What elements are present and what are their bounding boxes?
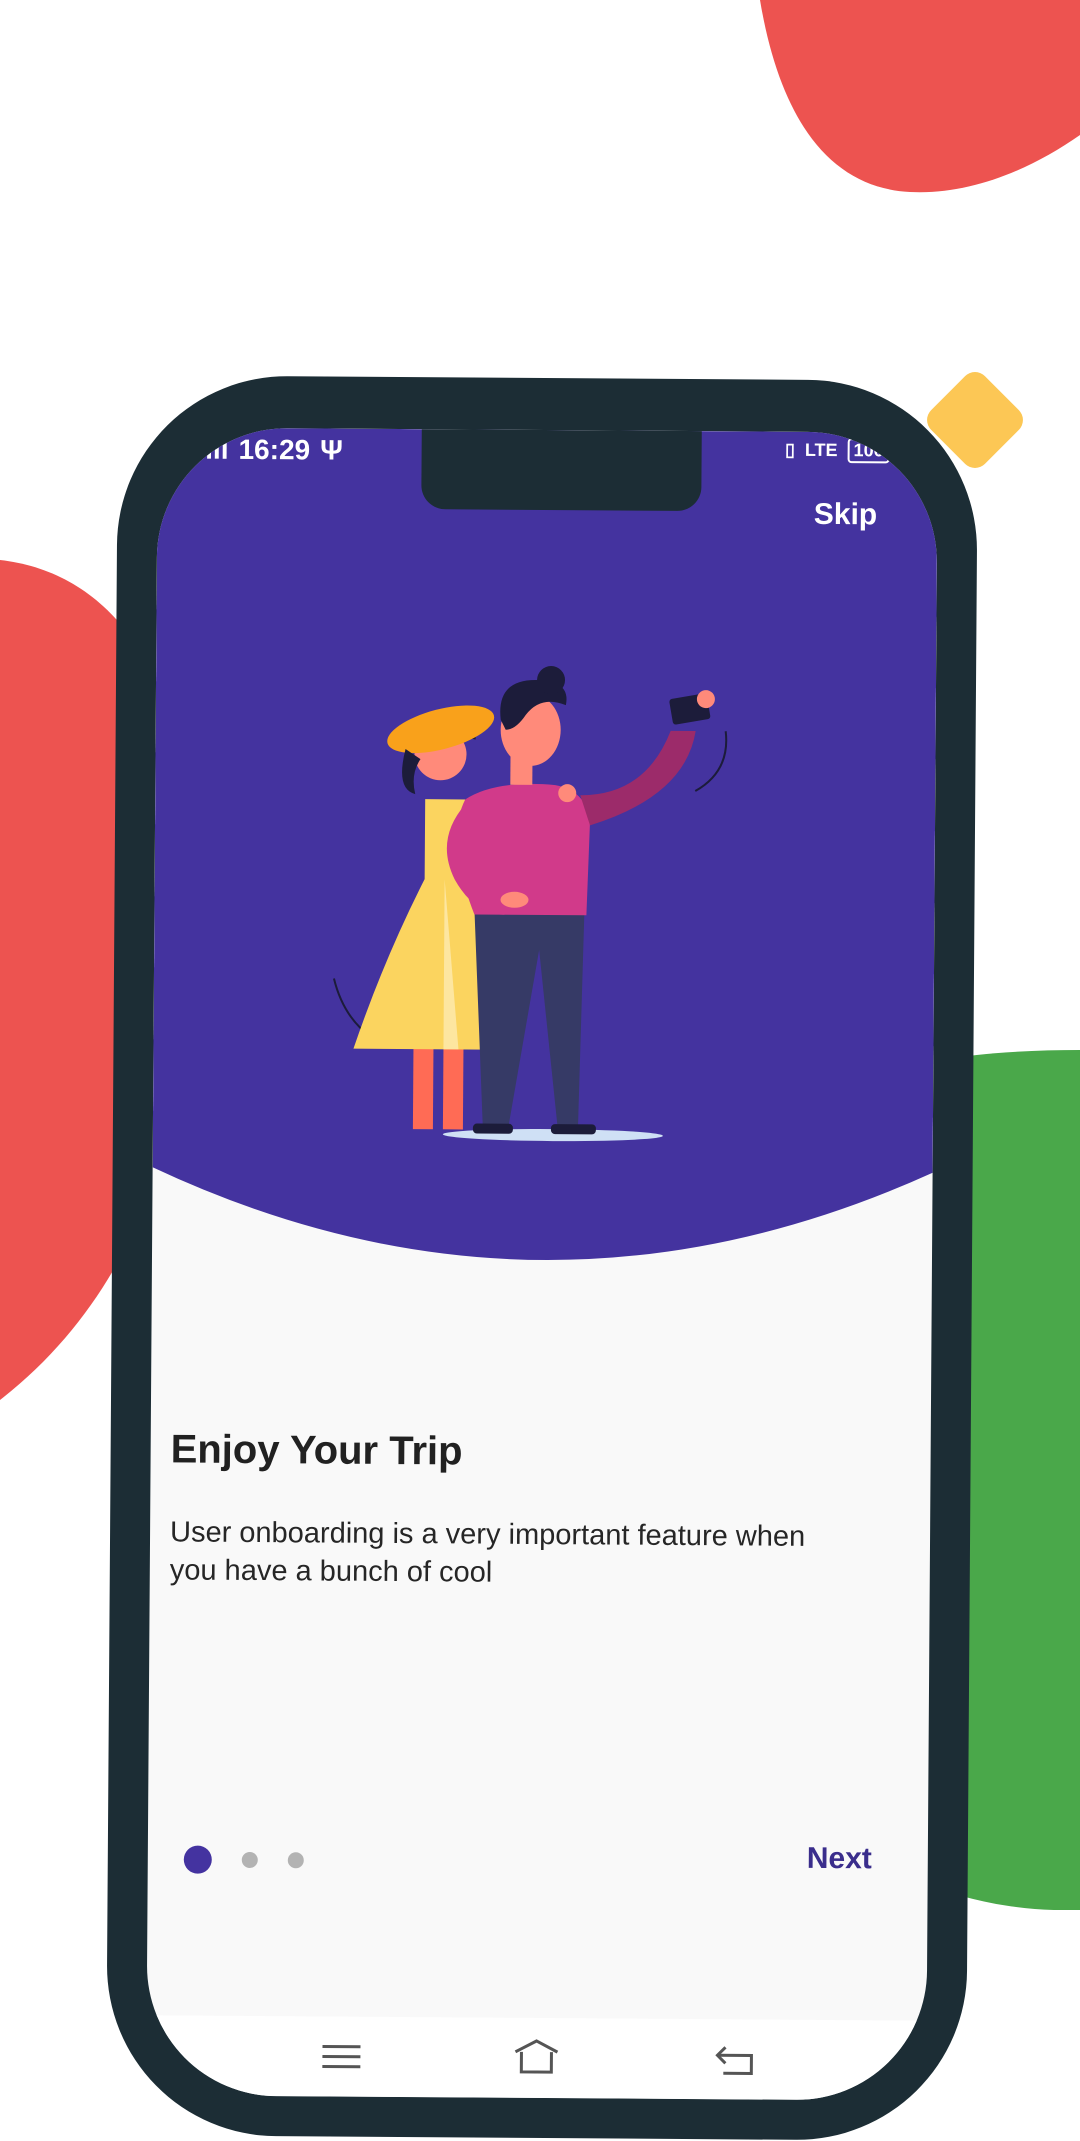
system-navigation-bar <box>146 2015 927 2100</box>
couple-selfie-illustration <box>323 578 767 1161</box>
phone-frame: ..ıll 16:29 Ψ ▯ LTE 100 Skip <box>106 375 978 2141</box>
back-icon[interactable] <box>711 2039 761 2079</box>
home-icon[interactable] <box>511 2038 561 2078</box>
status-time: 16:29 <box>238 434 310 466</box>
skip-button[interactable]: Skip <box>814 498 878 532</box>
page-dot-1-active[interactable] <box>184 1846 212 1874</box>
page-indicator <box>184 1846 304 1875</box>
signal-icon: ..ıll <box>190 434 229 466</box>
battery-icon: 100 <box>848 438 890 463</box>
status-right: ▯ LTE 100 <box>785 438 890 464</box>
camera-notch <box>421 429 702 511</box>
status-left: ..ıll 16:29 Ψ <box>190 434 343 467</box>
page-dot-2[interactable] <box>242 1852 258 1868</box>
next-button[interactable]: Next <box>807 1842 872 1876</box>
onboarding-title: Enjoy Your Trip <box>170 1427 462 1474</box>
menu-icon[interactable] <box>316 2036 366 2076</box>
page-dot-3[interactable] <box>288 1852 304 1868</box>
onboarding-description: User onboarding is a very important feat… <box>170 1513 811 1593</box>
network-type: LTE <box>805 440 838 461</box>
phone-screen: ..ıll 16:29 Ψ ▯ LTE 100 Skip <box>146 427 938 2100</box>
red-blob-top-right <box>740 0 1080 200</box>
usb-icon: Ψ <box>320 434 343 466</box>
vibrate-icon: ▯ <box>785 440 795 461</box>
